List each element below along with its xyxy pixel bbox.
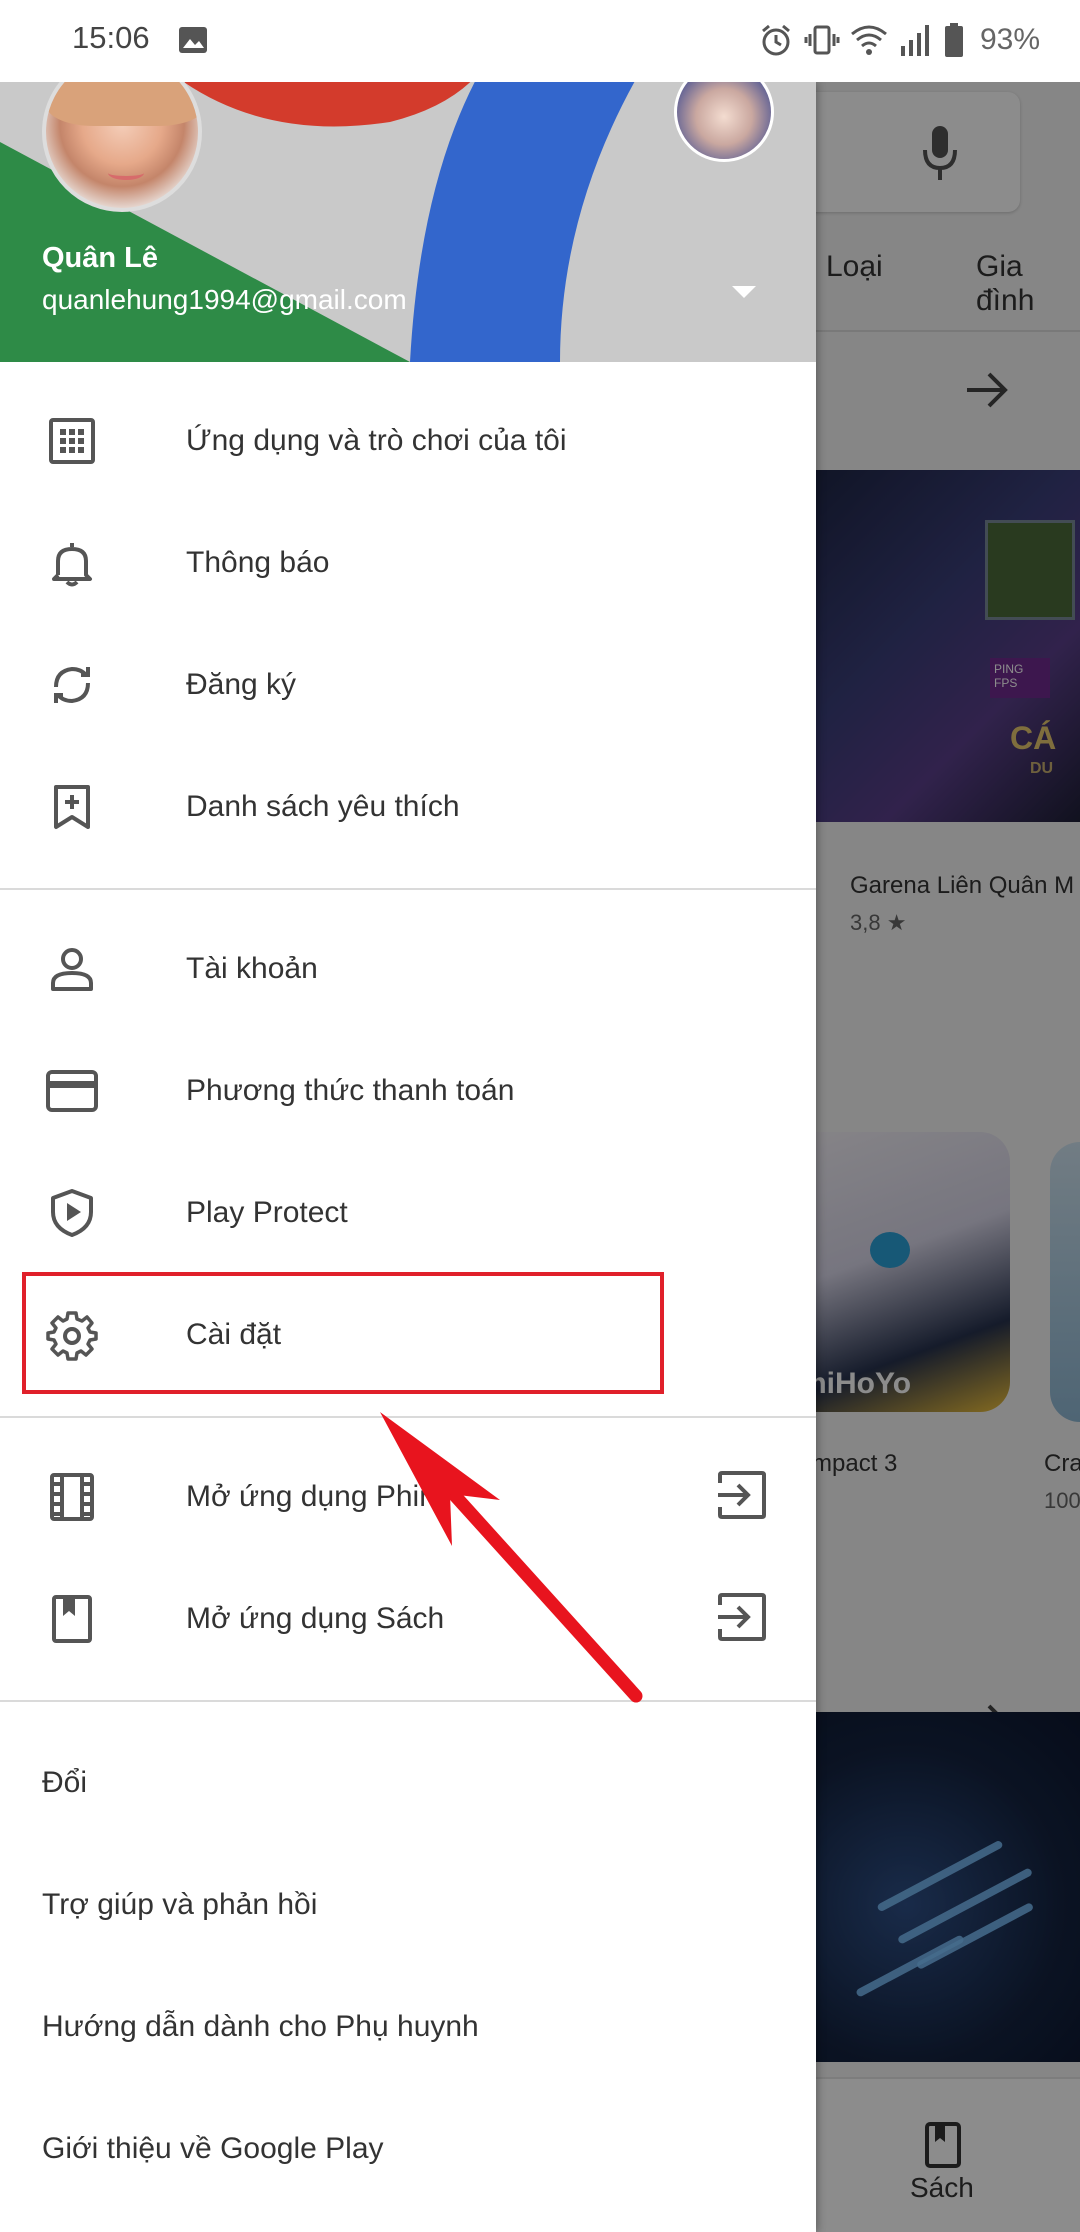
menu-redeem[interactable]: Đổi	[0, 1722, 816, 1844]
menu-label: Thông báo	[186, 546, 330, 579]
bell-icon	[44, 535, 100, 591]
menu-label: Giới thiệu về Google Play	[42, 2132, 384, 2165]
vibrate-icon	[804, 25, 840, 55]
status-icons: 93%	[758, 18, 1040, 62]
person-icon	[44, 941, 100, 997]
battery-icon	[944, 23, 963, 57]
avatar-smile	[108, 166, 144, 180]
book-icon	[44, 1591, 100, 1647]
signal-icon	[900, 25, 929, 56]
gallery-icon	[179, 27, 207, 53]
menu-label: Đăng ký	[186, 668, 297, 701]
menu-label: Mở ứng dụng Phim	[186, 1480, 445, 1513]
chevron-down-icon[interactable]	[730, 282, 758, 302]
status-time: 15:06	[72, 20, 150, 55]
menu-subscriptions[interactable]: Đăng ký	[0, 624, 816, 746]
menu-label: Mở ứng dụng Sách	[186, 1602, 445, 1635]
settings-highlight-box	[22, 1272, 664, 1394]
open-external-icon	[716, 1591, 772, 1647]
status-bar: 15:06 93%	[0, 0, 1080, 82]
menu-play-protect[interactable]: Play Protect	[0, 1152, 816, 1274]
navigation-drawer: Quân Lê quanlehung1994@gmail.com Ứng dụn…	[0, 82, 816, 2232]
divider	[0, 888, 816, 890]
menu-notifications[interactable]: Thông báo	[0, 502, 816, 624]
divider	[0, 1700, 816, 1702]
menu-label: Danh sách yêu thích	[186, 790, 460, 823]
menu-label: Tài khoản	[186, 952, 318, 985]
divider	[0, 1416, 816, 1418]
battery-percent: 93%	[979, 23, 1040, 56]
menu-label: Trợ giúp và phản hồi	[42, 1888, 318, 1921]
shield-play-icon	[44, 1185, 100, 1241]
open-external-icon	[716, 1469, 772, 1525]
sync-icon	[44, 657, 100, 713]
alarm-icon	[761, 24, 790, 56]
avatar-hair	[46, 82, 198, 126]
credit-card-icon	[44, 1063, 100, 1119]
bookmark-add-icon	[44, 779, 100, 835]
wifi-icon	[851, 25, 887, 55]
menu-label: Play Protect	[186, 1196, 348, 1229]
menu-account[interactable]: Tài khoản	[0, 908, 816, 1030]
menu-parent-guide[interactable]: Hướng dẫn dành cho Phụ huynh	[0, 1966, 816, 2088]
menu-payment-methods[interactable]: Phương thức thanh toán	[0, 1030, 816, 1152]
menu-my-apps[interactable]: Ứng dụng và trò chơi của tôi	[0, 380, 816, 502]
menu-open-movies-app[interactable]: Mở ứng dụng Phim	[0, 1436, 816, 1558]
menu-wishlist[interactable]: Danh sách yêu thích	[0, 746, 816, 868]
film-icon	[44, 1469, 100, 1525]
user-name: Quân Lê	[42, 242, 159, 274]
menu-open-books-app[interactable]: Mở ứng dụng Sách	[0, 1558, 816, 1680]
menu-label: Ứng dụng và trò chơi của tôi	[186, 424, 567, 457]
account-header[interactable]: Quân Lê quanlehung1994@gmail.com	[0, 82, 816, 362]
menu-about-google-play[interactable]: Giới thiệu về Google Play	[0, 2088, 816, 2210]
menu-label: Hướng dẫn dành cho Phụ huynh	[42, 2010, 479, 2043]
menu-label: Đổi	[42, 1766, 88, 1799]
screen: 15:06 93% Loại Gia đình PING FPS CÁ DU G…	[0, 0, 1080, 2232]
user-email: quanlehung1994@gmail.com	[42, 284, 407, 315]
menu-help-feedback[interactable]: Trợ giúp và phản hồi	[0, 1844, 816, 1966]
apps-grid-icon	[44, 413, 100, 469]
menu-label: Phương thức thanh toán	[186, 1074, 515, 1107]
